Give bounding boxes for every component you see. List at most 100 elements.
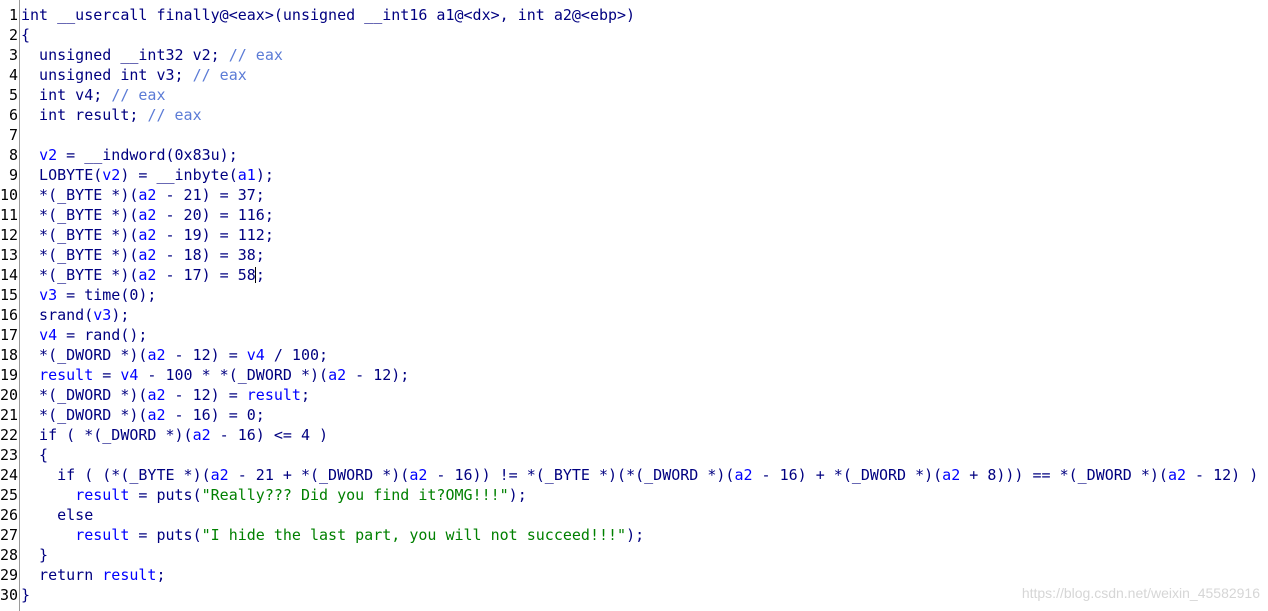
- code-token: - 18) = 38;: [156, 246, 265, 264]
- code-line[interactable]: srand(v3);: [21, 305, 1268, 325]
- code-line[interactable]: int v4; // eax: [21, 85, 1268, 105]
- code-line[interactable]: int __usercall finally@<eax>(unsigned __…: [21, 5, 1268, 25]
- code-line[interactable]: return result;: [21, 565, 1268, 585]
- code-line[interactable]: *(_BYTE *)(a2 - 17) = 58;: [21, 265, 1268, 285]
- variable-token: v2: [102, 166, 121, 184]
- code-token: - 12);: [346, 366, 410, 384]
- comment-token: // eax: [147, 106, 202, 124]
- code-token: / 100;: [264, 346, 329, 364]
- code-token: ;: [255, 266, 265, 284]
- code-line[interactable]: *(_DWORD *)(a2 - 12) = v4 / 100;: [21, 345, 1268, 365]
- code-token: = puts(: [129, 486, 202, 504]
- variable-token: result: [75, 526, 130, 544]
- code-line[interactable]: *(_DWORD *)(a2 - 12) = result;: [21, 385, 1268, 405]
- code-line[interactable]: {: [21, 25, 1268, 45]
- line-number: 30: [0, 586, 19, 604]
- code-line[interactable]: unsigned __int32 v2; // eax: [21, 45, 1268, 65]
- code-token: return: [21, 566, 103, 584]
- line-number: 8: [8, 146, 18, 164]
- code-token: = rand();: [57, 326, 148, 344]
- code-token: ;: [156, 566, 166, 584]
- variable-token: a2: [138, 206, 157, 224]
- string-token: "I hide the last part, you will not succ…: [201, 526, 627, 544]
- comment-token: // eax: [192, 66, 247, 84]
- code-token: =: [93, 366, 121, 384]
- code-line[interactable]: result = puts("Really??? Did you find it…: [21, 485, 1268, 505]
- variable-token: a2: [147, 346, 166, 364]
- code-line[interactable]: *(_BYTE *)(a2 - 19) = 112;: [21, 225, 1268, 245]
- code-token: - 19) = 112;: [156, 226, 274, 244]
- code-line[interactable]: unsigned int v3; // eax: [21, 65, 1268, 85]
- code-line[interactable]: v4 = rand();: [21, 325, 1268, 345]
- code-token: - 21) = 37;: [156, 186, 265, 204]
- code-token: - 16) + *(_DWORD *)(: [752, 466, 943, 484]
- line-number: 29: [0, 566, 19, 584]
- code-line[interactable]: LOBYTE(v2) = __inbyte(a1);: [21, 165, 1268, 185]
- code-token: unsigned __int32 v2;: [21, 46, 229, 64]
- line-number: 7: [8, 126, 18, 144]
- line-number: 13: [0, 246, 19, 264]
- code-line[interactable]: v3 = time(0);: [21, 285, 1268, 305]
- code-token: srand(: [21, 306, 94, 324]
- code-line[interactable]: *(_BYTE *)(a2 - 18) = 38;: [21, 245, 1268, 265]
- variable-token: v2: [39, 146, 58, 164]
- variable-token: a2: [147, 406, 166, 424]
- code-line[interactable]: }: [21, 545, 1268, 565]
- variable-token: v4: [120, 366, 139, 384]
- code-token: ;: [300, 386, 310, 404]
- variable-token: v4: [39, 326, 58, 344]
- line-number: 16: [0, 306, 19, 324]
- line-number: 12: [0, 226, 19, 244]
- code-token: );: [508, 486, 527, 504]
- code-token: LOBYTE(: [21, 166, 103, 184]
- code-token: *(_DWORD *)(: [21, 406, 148, 424]
- code-token: *(_DWORD *)(: [21, 346, 148, 364]
- code-token: int v4;: [21, 86, 112, 104]
- code-line[interactable]: int result; // eax: [21, 105, 1268, 125]
- code-token: + 8))) == *(_DWORD *)(: [960, 466, 1168, 484]
- code-token: {: [21, 26, 31, 44]
- line-number: 20: [0, 386, 19, 404]
- comment-token: // eax: [111, 86, 166, 104]
- code-line[interactable]: *(_BYTE *)(a2 - 20) = 116;: [21, 205, 1268, 225]
- variable-token: a2: [1167, 466, 1187, 484]
- code-token: ) = __inbyte(: [120, 166, 238, 184]
- code-token: = puts(: [129, 526, 202, 544]
- code-line[interactable]: *(_DWORD *)(a2 - 16) = 0;: [21, 405, 1268, 425]
- code-line[interactable]: if ( (*(_BYTE *)(a2 - 21 + *(_DWORD *)(a…: [21, 465, 1268, 485]
- code-line[interactable]: else: [21, 505, 1268, 525]
- gutter-divider: [19, 0, 20, 611]
- code-token: - 20) = 116;: [156, 206, 274, 224]
- code-line[interactable]: [21, 125, 1268, 145]
- code-token: }: [21, 586, 31, 604]
- code-line[interactable]: result = puts("I hide the last part, you…: [21, 525, 1268, 545]
- code-token: - 100 * *(_DWORD *)(: [138, 366, 329, 384]
- code-line[interactable]: if ( *(_DWORD *)(a2 - 16) <= 4 ): [21, 425, 1268, 445]
- variable-token: v4: [246, 346, 265, 364]
- line-number: 3: [8, 46, 18, 64]
- code-line[interactable]: {: [21, 445, 1268, 465]
- variable-token: result: [39, 366, 94, 384]
- watermark: https://blog.csdn.net/weixin_45582916: [1021, 585, 1260, 601]
- code-line[interactable]: result = v4 - 100 * *(_DWORD *)(a2 - 12)…: [21, 365, 1268, 385]
- code-token: - 16) = 0;: [165, 406, 265, 424]
- code-token: *(_BYTE *)(: [21, 246, 139, 264]
- variable-token: a2: [138, 246, 157, 264]
- code-line[interactable]: *(_BYTE *)(a2 - 21) = 37;: [21, 185, 1268, 205]
- line-number: 22: [0, 426, 19, 444]
- variable-token: a2: [734, 466, 753, 484]
- code-area[interactable]: int __usercall finally@<eax>(unsigned __…: [21, 5, 1268, 605]
- code-token: );: [255, 166, 274, 184]
- code-line[interactable]: v2 = __indword(0x83u);: [21, 145, 1268, 165]
- line-number: 6: [8, 106, 18, 124]
- pseudocode-editor[interactable]: 1 2 3 4 5 6 7 8 9 10 11 12 13 14 15 16 17 18 19 20 21 22 23 24 2…: [0, 0, 1268, 611]
- line-number: 15: [0, 286, 19, 304]
- line-number: 11: [0, 206, 19, 224]
- code-token: - 12) =: [165, 346, 247, 364]
- variable-token: a2: [192, 426, 211, 444]
- line-number: 4: [8, 66, 18, 84]
- line-number: 19: [0, 366, 19, 384]
